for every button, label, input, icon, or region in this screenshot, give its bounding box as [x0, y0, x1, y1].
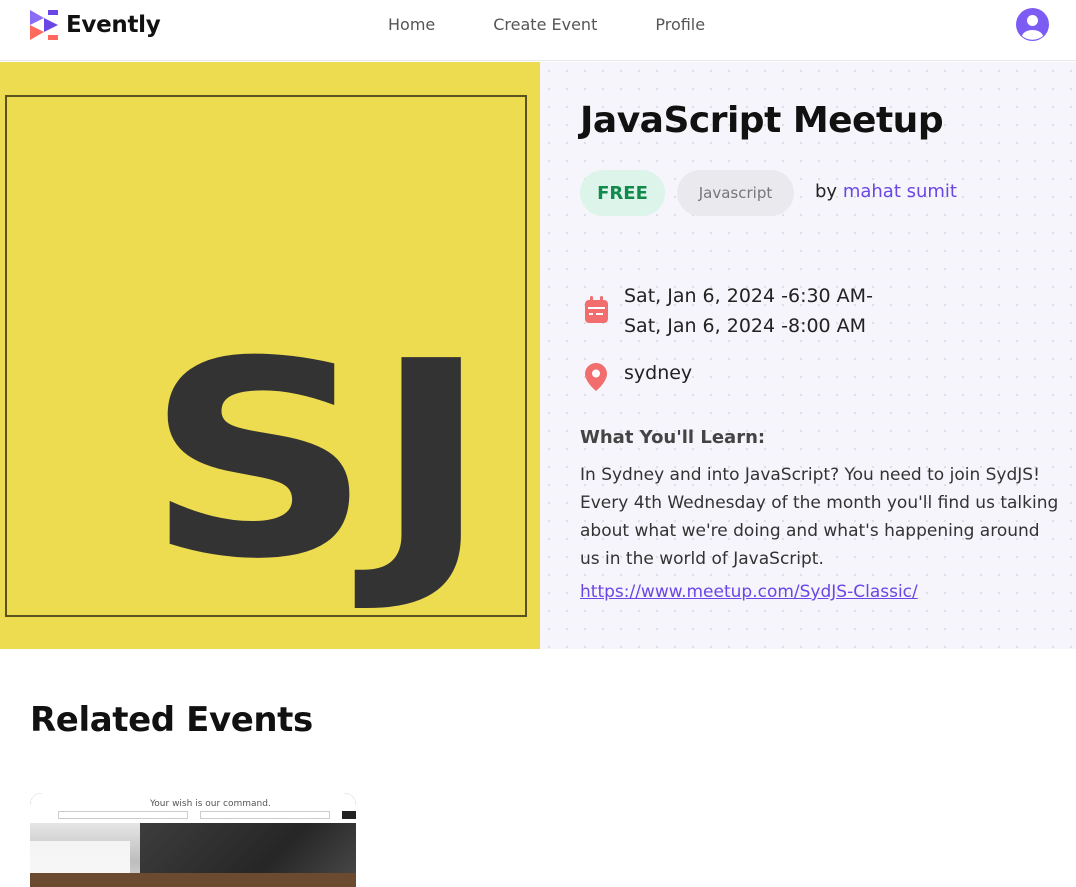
card-image-top: Your wish is our command. [30, 793, 356, 823]
organizer-line: by mahat sumit [815, 181, 957, 202]
app-name: Evently [66, 12, 161, 38]
main-nav: Home Create Event Profile [388, 15, 763, 34]
event-image: SJ [0, 62, 540, 649]
event-location: sydney [624, 362, 693, 384]
nav-home[interactable]: Home [388, 15, 435, 34]
card-image-bar [342, 811, 356, 819]
price-badge: FREE [580, 170, 665, 216]
nav-profile[interactable]: Profile [655, 15, 705, 34]
card-image-bar [58, 811, 188, 819]
event-details-panel: JavaScript Meetup FREE Javascript by mah… [540, 62, 1076, 649]
user-avatar-icon[interactable] [1016, 8, 1049, 41]
card-image-caption: Your wish is our command. [150, 799, 271, 809]
event-title: JavaScript Meetup [580, 100, 944, 141]
top-navbar: Evently Home Create Event Profile [0, 0, 1076, 61]
nav-create-event[interactable]: Create Event [493, 15, 597, 34]
event-end: Sat, Jan 6, 2024 -8:00 AM [624, 315, 867, 337]
logo-link[interactable]: Evently [30, 10, 161, 40]
related-events-heading: Related Events [30, 700, 313, 740]
event-description: In Sydney and into JavaScript? You need … [580, 465, 1059, 569]
event-hero: SJ JavaScript Meetup FREE Javascript by … [0, 62, 1076, 649]
card-image-bar [200, 811, 330, 819]
organizer-link[interactable]: mahat sumit [843, 181, 957, 202]
location-pin-icon [585, 363, 607, 391]
event-date-range: Sat, Jan 6, 2024 -6:30 AM- Sat, Jan 6, 2… [624, 281, 873, 341]
event-image-letters: SJ [145, 303, 490, 618]
event-url-link[interactable]: https://www.meetup.com/SydJS-Classic/ [580, 582, 918, 602]
event-start: Sat, Jan 6, 2024 -6:30 AM- [624, 285, 873, 307]
evently-logo-icon [30, 10, 58, 40]
learn-heading: What You'll Learn: [580, 427, 766, 448]
related-event-card[interactable]: Your wish is our command. [30, 793, 356, 887]
category-badge[interactable]: Javascript [677, 170, 794, 216]
by-label: by [815, 181, 838, 202]
card-image-table [30, 873, 356, 887]
calendar-icon [585, 296, 608, 323]
